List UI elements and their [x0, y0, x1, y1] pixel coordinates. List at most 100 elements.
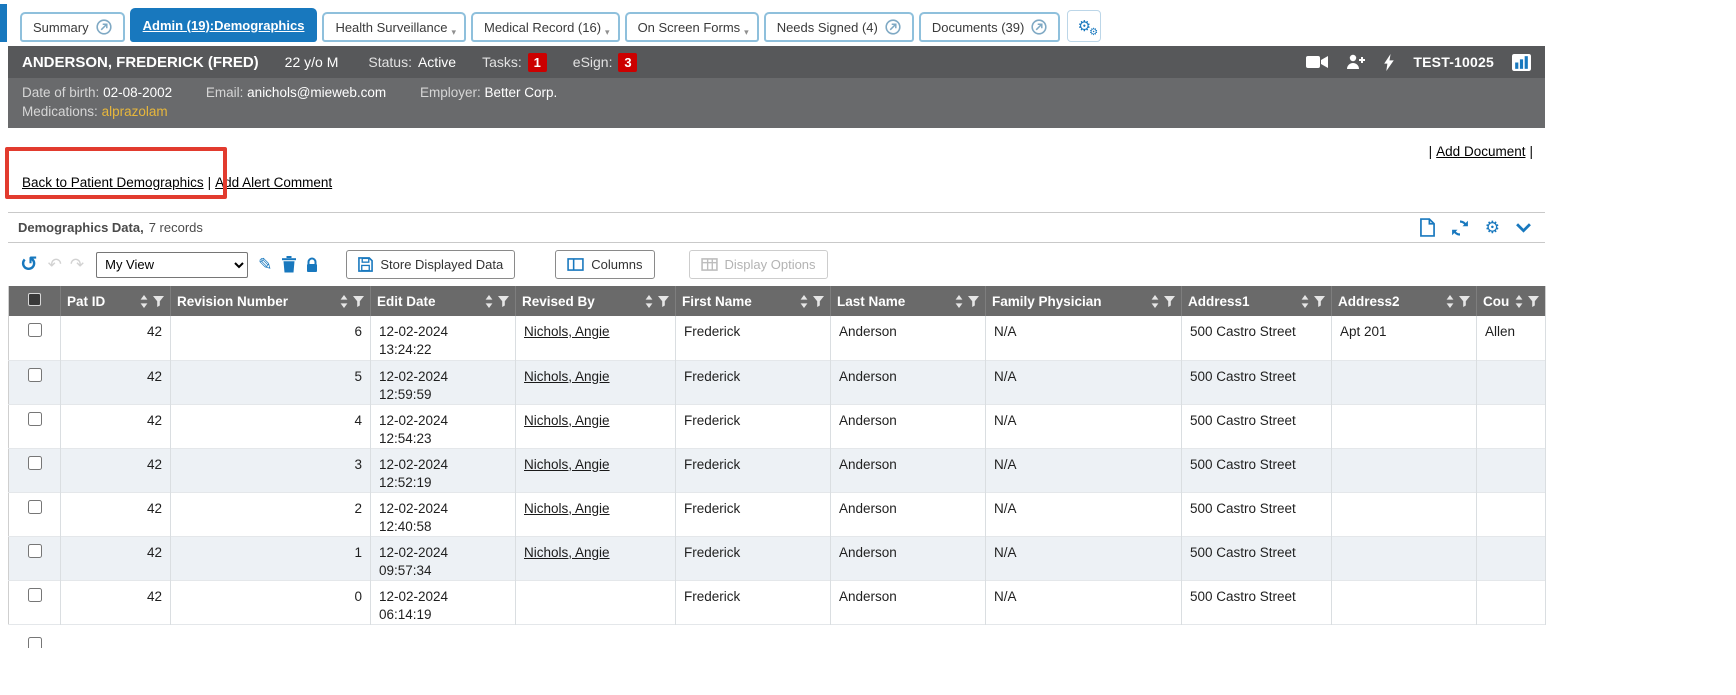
cell-first_name: Frederick — [676, 360, 831, 404]
filter-funnel-icon[interactable] — [658, 296, 669, 307]
cell-address1: 500 Castro Street — [1182, 448, 1332, 492]
store-displayed-data-button[interactable]: Store Displayed Data — [346, 250, 515, 279]
display-options-label: Display Options — [725, 257, 816, 272]
sort-icon[interactable] — [340, 295, 348, 308]
row-checkbox[interactable] — [28, 500, 42, 514]
refresh-icon[interactable] — [1451, 219, 1469, 237]
undo-icon[interactable]: ↺ — [20, 254, 38, 275]
tab-needs-signed-4[interactable]: Needs Signed (4) — [764, 12, 914, 42]
record-count: 7 records — [149, 220, 203, 235]
row-checkbox[interactable] — [28, 368, 42, 382]
cell-revision_number: 3 — [171, 448, 371, 492]
revised-by-link[interactable]: Nichols, Angie — [524, 369, 610, 384]
filter-funnel-icon[interactable] — [1459, 296, 1470, 307]
filter-funnel-icon[interactable] — [813, 296, 824, 307]
add-document-link[interactable]: Add Document — [1436, 144, 1525, 159]
columns-button[interactable]: Columns — [555, 250, 654, 279]
row-checkbox[interactable] — [28, 588, 42, 602]
filter-funnel-icon[interactable] — [353, 296, 364, 307]
open-circle-arrow-icon[interactable] — [96, 19, 112, 35]
new-document-icon[interactable] — [1420, 218, 1435, 237]
sort-icon[interactable] — [1301, 295, 1309, 308]
sort-icon[interactable] — [140, 295, 148, 308]
col-header-edit-date[interactable]: Edit Date — [371, 286, 516, 316]
col-header-last-name[interactable]: Last Name — [831, 286, 986, 316]
revised-by-link[interactable]: Nichols, Angie — [524, 413, 610, 428]
video-camera-icon[interactable] — [1306, 55, 1328, 69]
row-checkbox[interactable] — [28, 323, 42, 337]
tab-caret-icon: ▾ — [451, 27, 456, 38]
cell-revised_by: Nichols, Angie — [516, 404, 676, 448]
revised-by-link[interactable]: Nichols, Angie — [524, 545, 610, 560]
pipe-separator: | — [1429, 144, 1433, 159]
tab-health-surveillance[interactable]: Health Surveillance▾ — [322, 12, 466, 42]
nav-prev-icon[interactable]: ↶ — [48, 256, 62, 273]
filter-funnel-icon[interactable] — [1314, 296, 1325, 307]
revised-by-link[interactable]: Nichols, Angie — [524, 457, 610, 472]
delete-trash-icon[interactable] — [282, 256, 296, 273]
add-alert-comment-link[interactable]: Add Alert Comment — [215, 175, 332, 190]
email-label: Email: — [206, 85, 244, 100]
grid-toolbar: ↺ ↶ ↷ My View ✎ Store Displayed Data Col… — [8, 243, 1545, 286]
cell-revision_number: 0 — [171, 580, 371, 624]
back-to-patient-demographics-link[interactable]: Back to Patient Demographics — [22, 175, 204, 190]
sort-icon[interactable] — [955, 295, 963, 308]
revised-by-link[interactable]: Nichols, Angie — [524, 501, 610, 516]
tab-documents-39[interactable]: Documents (39) — [919, 12, 1060, 42]
cell-last_name: Anderson — [831, 360, 986, 404]
tab-admin-19-demographics[interactable]: Admin (19):Demographics — [130, 8, 318, 42]
filter-funnel-icon[interactable] — [1164, 296, 1175, 307]
col-header-county[interactable]: County — [1477, 286, 1546, 316]
sort-icon[interactable] — [485, 295, 493, 308]
esign-badge[interactable]: 3 — [618, 53, 637, 72]
sort-icon[interactable] — [645, 295, 653, 308]
tab-on-screen-forms[interactable]: On Screen Forms▾ — [625, 12, 759, 42]
filter-funnel-icon[interactable] — [1528, 296, 1539, 307]
col-header-family-physician[interactable]: Family Physician — [986, 286, 1182, 316]
tab-label: Documents (39) — [932, 20, 1024, 35]
col-header-revision-number[interactable]: Revision Number — [171, 286, 371, 316]
lock-icon[interactable] — [306, 257, 318, 273]
filter-funnel-icon[interactable] — [153, 296, 164, 307]
row-checkbox[interactable] — [28, 412, 42, 426]
esign-label: eSign: — [573, 54, 613, 70]
edit-pencil-icon[interactable]: ✎ — [258, 256, 272, 273]
sort-icon[interactable] — [1515, 295, 1523, 308]
chevron-down-icon[interactable] — [1516, 223, 1531, 233]
sort-icon[interactable] — [800, 295, 808, 308]
lightning-icon[interactable] — [1384, 54, 1395, 71]
column-label: Pat ID — [67, 294, 135, 309]
sort-icon[interactable] — [1446, 295, 1454, 308]
view-select[interactable]: My View — [96, 252, 248, 278]
row-checkbox[interactable] — [28, 544, 42, 558]
row-checkbox[interactable] — [28, 637, 42, 648]
document-link-row: |Add Document| — [8, 128, 1545, 159]
bar-chart-icon[interactable] — [1512, 54, 1531, 71]
open-circle-arrow-icon[interactable] — [885, 19, 901, 35]
col-header-select[interactable] — [9, 286, 61, 316]
filter-funnel-icon[interactable] — [968, 296, 979, 307]
add-person-icon[interactable] — [1346, 54, 1366, 70]
medications-value[interactable]: alprazolam — [102, 104, 168, 119]
cell-revised_by — [516, 580, 676, 624]
row-checkbox[interactable] — [28, 456, 42, 470]
gear-icon[interactable]: ⚙ — [1485, 219, 1500, 236]
col-header-address1[interactable]: Address1 — [1182, 286, 1332, 316]
patient-details-bar: Date of birth: 02-08-2002 Email: anichol… — [8, 78, 1545, 128]
cell-revision_number: 6 — [171, 316, 371, 360]
col-header-address2[interactable]: Address2 — [1332, 286, 1477, 316]
col-header-pat-id[interactable]: Pat ID — [61, 286, 171, 316]
select-all-checkbox[interactable] — [28, 293, 41, 306]
tab-summary[interactable]: Summary — [20, 12, 125, 42]
tab-settings-button[interactable]: ⚙⚙ — [1067, 10, 1101, 42]
tab-medical-record-16[interactable]: Medical Record (16)▾ — [471, 12, 620, 42]
tasks-badge[interactable]: 1 — [528, 53, 547, 72]
nav-next-icon[interactable]: ↷ — [70, 256, 84, 273]
revised-by-link[interactable]: Nichols, Angie — [524, 324, 610, 339]
sort-icon[interactable] — [1151, 295, 1159, 308]
col-header-first-name[interactable]: First Name — [676, 286, 831, 316]
col-header-revised-by[interactable]: Revised By — [516, 286, 676, 316]
filter-funnel-icon[interactable] — [498, 296, 509, 307]
open-circle-arrow-icon[interactable] — [1031, 19, 1047, 35]
save-icon — [358, 257, 373, 272]
